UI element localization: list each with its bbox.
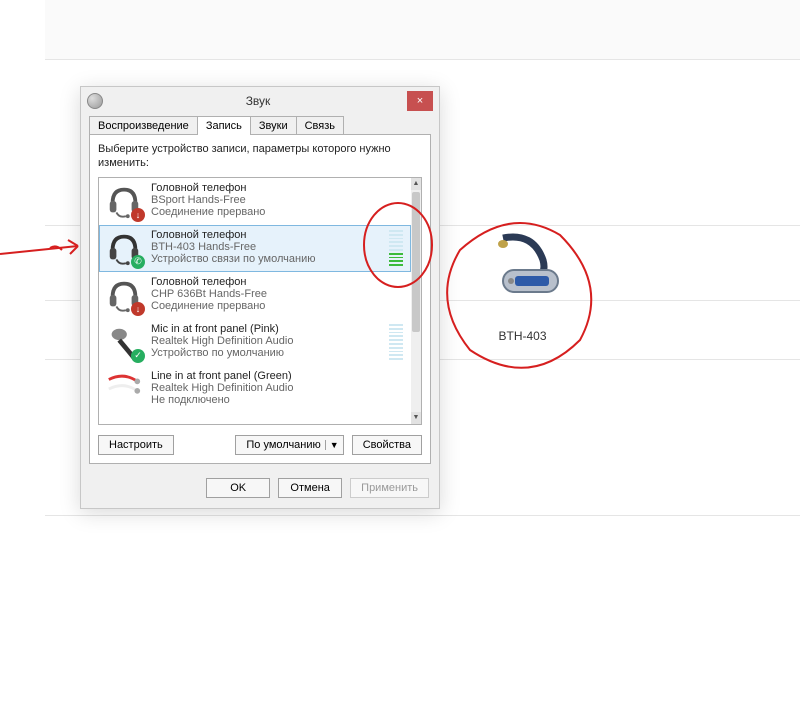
dialog-title: Звук — [109, 94, 407, 108]
device-sub: BTH-403 Hands-Free — [151, 241, 381, 254]
background-band — [45, 0, 800, 60]
sound-dialog: Звук × Воспроизведение Запись Звуки Связ… — [80, 86, 440, 509]
properties-button[interactable]: Свойства — [352, 435, 422, 455]
headset-icon: ↓ — [105, 276, 143, 314]
headset-icon: ↓ — [105, 182, 143, 220]
sound-icon — [87, 93, 103, 109]
tab-strip: Воспроизведение Запись Звуки Связь — [81, 116, 439, 135]
panel-button-row: Настроить По умолчанию ▼ Свойства — [98, 435, 422, 455]
scrollbar[interactable]: ▲ ▼ — [411, 178, 421, 424]
linein-icon — [105, 370, 143, 408]
scroll-up-icon[interactable]: ▲ — [411, 178, 421, 190]
set-default-button[interactable]: По умолчанию ▼ — [235, 435, 343, 455]
tab-recording[interactable]: Запись — [197, 116, 251, 135]
tab-playback[interactable]: Воспроизведение — [89, 116, 198, 135]
configure-button[interactable]: Настроить — [98, 435, 174, 455]
device-list-inner: ↓ Головной телефон BSport Hands-Free Сое… — [99, 178, 411, 424]
device-sub: Realtek High Definition Audio — [151, 335, 381, 348]
level-meter — [389, 324, 403, 360]
level-meter — [389, 230, 403, 266]
device-name: Головной телефон — [151, 182, 405, 194]
device-status: Не подключено — [151, 394, 405, 407]
scroll-thumb[interactable] — [412, 192, 420, 332]
device-name: Line in at front panel (Green) — [151, 370, 405, 382]
device-row[interactable]: ✓ Mic in at front panel (Pink) Realtek H… — [99, 319, 411, 366]
external-device-label: BTH-403 — [450, 329, 595, 343]
headset-icon: ✆ — [105, 229, 143, 267]
device-name: Головной телефон — [151, 276, 405, 288]
microphone-icon: ✓ — [105, 323, 143, 361]
device-name: Головной телефон — [151, 229, 381, 241]
device-status: Соединение прервано — [151, 300, 405, 313]
device-list: ↓ Головной телефон BSport Hands-Free Сое… — [98, 177, 422, 425]
device-row[interactable]: ↓ Головной телефон CHP 636Bt Hands-Free … — [99, 272, 411, 319]
device-row[interactable]: ✆ Головной телефон BTH-403 Hands-Free Ус… — [99, 225, 411, 272]
tab-communications[interactable]: Связь — [296, 116, 344, 135]
device-sub: CHP 636Bt Hands-Free — [151, 288, 405, 301]
dialog-button-row: OK Отмена Применить — [81, 472, 439, 508]
device-status: Соединение прервано — [151, 206, 405, 219]
status-badge-disconnected-icon: ↓ — [131, 302, 145, 316]
device-row[interactable]: ↓ Головной телефон BSport Hands-Free Сое… — [99, 178, 411, 225]
background-divider — [45, 515, 800, 516]
ok-button[interactable]: OK — [206, 478, 270, 498]
device-name: Mic in at front panel (Pink) — [151, 323, 381, 335]
status-badge-phone-icon: ✆ — [131, 255, 145, 269]
device-sub: BSport Hands-Free — [151, 194, 405, 207]
chevron-down-icon: ▼ — [325, 440, 339, 450]
set-default-label: По умолчанию — [246, 439, 320, 451]
status-badge-default-icon: ✓ — [131, 349, 145, 363]
titlebar[interactable]: Звук × — [81, 87, 439, 115]
close-button[interactable]: × — [407, 91, 433, 111]
status-badge-disconnected-icon: ↓ — [131, 208, 145, 222]
device-status: Устройство связи по умолчанию — [151, 253, 381, 266]
instruction-text: Выберите устройство записи, параметры ко… — [98, 143, 422, 171]
scroll-down-icon[interactable]: ▼ — [411, 412, 421, 424]
device-status: Устройство по умолчанию — [151, 347, 381, 360]
bluetooth-headset-icon — [463, 230, 583, 320]
apply-button[interactable]: Применить — [350, 478, 429, 498]
cancel-button[interactable]: Отмена — [278, 478, 342, 498]
device-sub: Realtek High Definition Audio — [151, 382, 405, 395]
device-row[interactable]: Line in at front panel (Green) Realtek H… — [99, 366, 411, 413]
external-device: BTH-403 — [450, 230, 595, 360]
tab-panel: Выберите устройство записи, параметры ко… — [89, 134, 431, 464]
tab-sounds[interactable]: Звуки — [250, 116, 297, 135]
